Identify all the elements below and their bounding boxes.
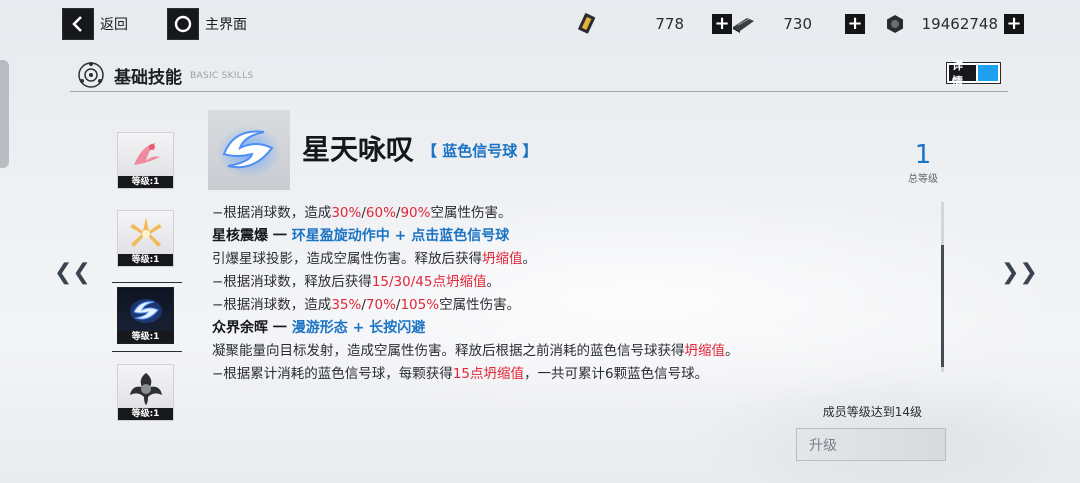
description-fragment: 35% [331, 297, 362, 313]
skill-name: 星天咏叹 [302, 133, 415, 166]
description-fragment: 凝聚能量向目标发射，造成空属性伤害。释放后根据之前消耗的蓝色信号球获得 [212, 343, 685, 359]
description-line: 引爆星球投影，造成空属性伤害。释放后获得坍缩值。 [212, 248, 932, 271]
description-fragment: 星核震爆 一 [212, 228, 292, 244]
description-fragment: 漫游形态 + 长按闪避 [291, 320, 426, 336]
skill-slot-4[interactable]: 等级:1 [117, 364, 174, 421]
back-arrow-icon [62, 8, 94, 40]
skill-slot-4-level: 等级:1 [118, 408, 173, 420]
skills-emblem-icon [78, 62, 104, 88]
total-level-label: 总等级 [908, 174, 938, 185]
detail-toggle-knob [978, 65, 998, 81]
upgrade-button[interactable]: 升级 [796, 428, 946, 461]
description-fragment: ，一共可累计6颗蓝色信号球。 [524, 366, 709, 382]
next-page-button[interactable]: ❯❯ [1001, 260, 1038, 285]
skill-slot-2[interactable]: 等级:1 [117, 210, 174, 267]
skill-description[interactable]: −根据消球数，造成30%/60%/90%空属性伤害。 星核震爆 一 环星盈旋动作中… [212, 202, 932, 386]
add-ticket-button[interactable]: + [712, 14, 732, 34]
description-fragment: 众界余晖 一 [212, 320, 292, 336]
skill-slot-1[interactable]: 等级:1 [117, 132, 174, 189]
coin-count: 19462748 [921, 15, 998, 33]
description-scrollbar-thumb[interactable] [941, 245, 944, 367]
description-fragment: 。 [486, 274, 500, 290]
header-divider [70, 91, 1008, 92]
resource-ticket: 778 + [576, 10, 732, 38]
description-fragment: 环星盈旋动作中 + 点击蓝色信号球 [291, 228, 510, 244]
description-fragment: 空属性伤害。 [430, 205, 512, 221]
description-fragment: −根据消球数，释放后获得 [212, 274, 372, 290]
dark-emblem-icon [130, 373, 162, 405]
description-heading: 众界余晖 一 漫游形态 + 长按闪避 [212, 317, 932, 340]
description-fragment: 。 [522, 251, 537, 267]
description-fragment: 15/30/45点坍缩值 [371, 274, 487, 290]
detail-toggle-label: 详情 [949, 59, 977, 88]
ticket-icon [578, 13, 596, 34]
add-metal-button[interactable]: + [845, 14, 865, 34]
description-fragment: −根据累计消耗的蓝色信号球，每颗获得 [212, 366, 453, 382]
pink-dancer-icon [134, 143, 160, 165]
description-fragment: 90% [400, 205, 431, 221]
resource-metal: 730 + [730, 10, 865, 38]
description-line: 凝聚能量向目标发射，造成空属性伤害。释放后根据之前消耗的蓝色信号球获得坍缩值。 [212, 340, 932, 363]
skill-slot-2-level: 等级:1 [118, 254, 173, 266]
section-title: 基础技能 [114, 68, 182, 88]
description-fragment: −根据消球数，造成 [212, 205, 332, 221]
description-line: −根据消球数，造成35%/70%/105%空属性伤害。 [212, 294, 932, 317]
coin-icon [887, 15, 903, 33]
description-fragment: 。 [725, 343, 739, 359]
description-heading: 星核震爆 一 环星盈旋动作中 + 点击蓝色信号球 [212, 225, 932, 248]
ticket-count: 778 [655, 15, 684, 33]
description-line: −根据消球数，释放后获得15/30/45点坍缩值。 [212, 271, 932, 294]
skill-slot-1-level: 等级:1 [118, 176, 173, 188]
home-circle-icon [167, 8, 199, 40]
description-line: −根据累计消耗的蓝色信号球，每颗获得15点坍缩值，一共可累计6颗蓝色信号球。 [212, 363, 932, 386]
description-fragment: 60% [365, 205, 396, 221]
description-fragment: 坍缩值 [684, 343, 726, 359]
skill-portrait [208, 110, 290, 190]
description-fragment: −根据消球数，造成 [212, 297, 332, 313]
description-fragment: 30% [331, 205, 362, 221]
side-drawer-handle[interactable] [0, 60, 9, 168]
selection-frame [112, 282, 182, 352]
back-label: 返回 [100, 17, 128, 33]
description-fragment: 空属性伤害。 [439, 297, 521, 313]
description-line: −根据消球数，造成30%/60%/90%空属性伤害。 [212, 202, 932, 225]
total-level-value: 1 [914, 140, 932, 170]
add-coin-button[interactable]: + [1004, 14, 1024, 34]
description-fragment: 105% [400, 297, 440, 313]
description-fragment: 70% [365, 297, 396, 313]
home-button[interactable]: 主界面 [167, 8, 247, 40]
upgrade-label: 升级 [809, 437, 837, 454]
resource-coin: 19462748 + [884, 10, 1024, 38]
upgrade-requirement: 成员等级达到14级 [822, 405, 922, 419]
golden-burst-icon [130, 217, 162, 247]
blue-orb-large-icon [217, 126, 281, 178]
metal-bar-icon [733, 18, 754, 33]
back-button[interactable]: 返回 [62, 8, 128, 40]
section-subtitle: BASIC SKILLS [190, 71, 254, 81]
description-fragment: 15点坍缩值 [452, 366, 524, 382]
description-fragment: 引爆星球投影，造成空属性伤害。释放后获得 [212, 251, 482, 267]
metal-count: 730 [783, 15, 812, 33]
description-fragment: 坍缩值 [482, 251, 523, 267]
prev-page-button[interactable]: ❮❮ [54, 260, 91, 285]
home-label: 主界面 [205, 17, 247, 33]
detail-toggle[interactable]: 详情 [946, 59, 1001, 88]
skill-tag: 【 蓝色信号球 】 [422, 142, 538, 160]
